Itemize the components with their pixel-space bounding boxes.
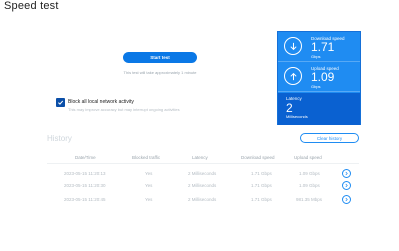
row-download: 1.71 Gbps — [251, 171, 272, 176]
latency-tile: Latency 2 Milliseconds — [278, 93, 360, 125]
row-details-icon[interactable] — [342, 195, 351, 204]
clear-history-button[interactable]: Clear history — [300, 133, 359, 143]
row-datetime: 2023-05-15 11:20:13 — [64, 171, 106, 176]
upload-arrow-icon — [284, 67, 302, 85]
row-upload: 1.09 Gbps — [299, 171, 320, 176]
latency-unit: Milliseconds — [286, 114, 308, 119]
row-details-icon[interactable] — [342, 181, 351, 190]
history-title: History — [47, 134, 72, 143]
download-unit: Gbps — [311, 54, 321, 59]
block-network-label: Block all local network activity — [68, 99, 134, 105]
upload-unit: Gbps — [311, 84, 321, 89]
checkmark-icon — [58, 100, 64, 105]
block-network-description: This may improve accuracy but may interr… — [68, 107, 180, 112]
row-upload: 981.35 Mbps — [296, 197, 323, 202]
latency-value: 2 — [286, 101, 293, 115]
results-panel: Download speed 1.71 Gbps Upload speed 1.… — [277, 31, 361, 125]
row-blocked: Yes — [145, 171, 153, 176]
row-download: 1.71 Gbps — [251, 183, 272, 188]
history-header-download: Download speed — [241, 155, 275, 160]
row-upload: 1.09 Gbps — [299, 183, 320, 188]
row-latency: 2 Milliseconds — [188, 171, 217, 176]
history-header-upload: Upload speed — [294, 155, 322, 160]
row-blocked: Yes — [145, 183, 153, 188]
row-details-icon[interactable] — [342, 169, 351, 178]
history-header-latency: Latency — [192, 155, 208, 160]
start-test-hint: This test will take approximately 1 minu… — [123, 70, 197, 75]
upload-tile: Upload speed 1.09 Gbps — [278, 62, 360, 92]
download-value: 1.71 — [311, 40, 335, 54]
block-network-checkbox[interactable] — [56, 98, 65, 107]
row-latency: 2 Milliseconds — [188, 183, 217, 188]
history-header-blocked: Blocked traffic — [132, 155, 161, 160]
download-arrow-icon — [284, 37, 302, 55]
row-datetime: 2023-05-15 11:20:30 — [64, 183, 106, 188]
row-datetime: 2023-05-15 11:20:45 — [64, 197, 106, 202]
history-header-divider — [47, 163, 359, 164]
row-blocked: Yes — [145, 197, 153, 202]
row-latency: 2 Milliseconds — [188, 197, 217, 202]
page-title: Speed test — [4, 0, 59, 12]
history-header-datetime: Date/Time — [75, 155, 96, 160]
upload-value: 1.09 — [311, 70, 335, 84]
row-download: 1.71 Gbps — [251, 197, 272, 202]
start-test-button[interactable]: Start test — [123, 52, 197, 63]
download-tile: Download speed 1.71 Gbps — [278, 32, 360, 62]
